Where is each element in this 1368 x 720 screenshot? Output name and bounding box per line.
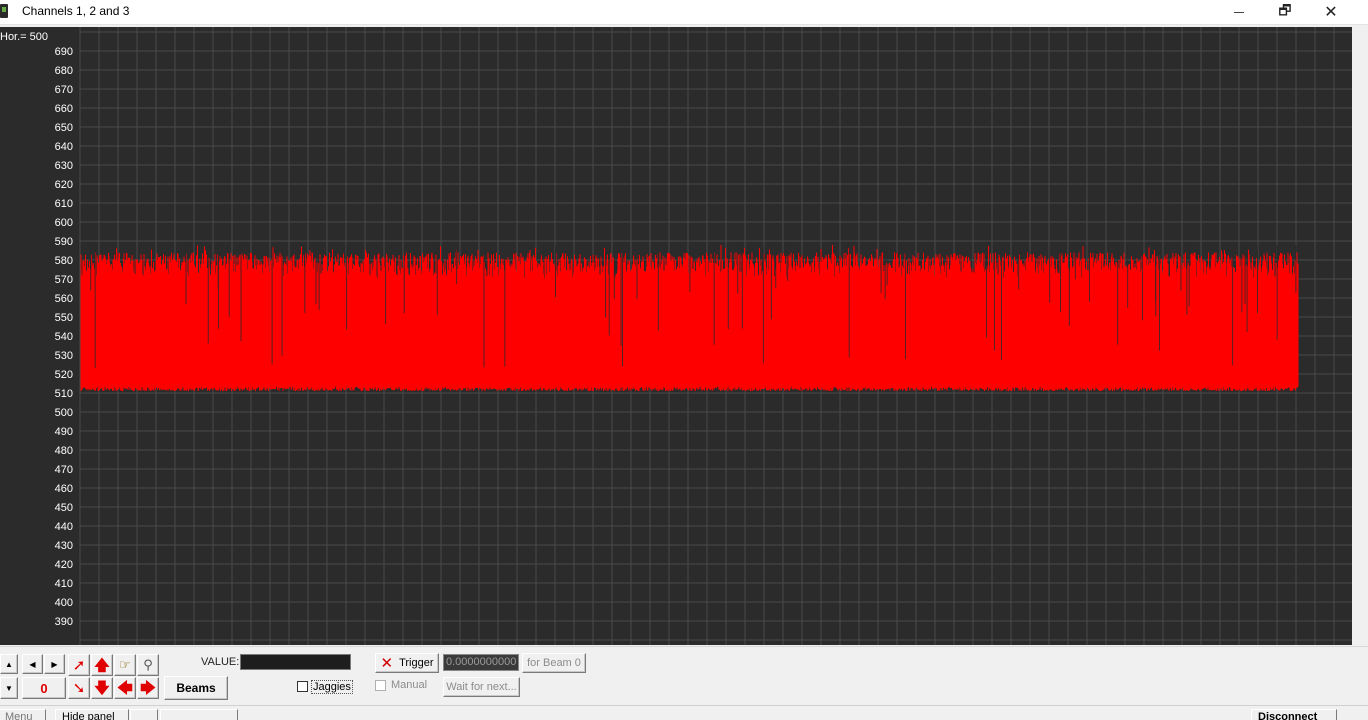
title-bar: Channels 1, 2 and 3 🗗 ✕ (0, 0, 1368, 25)
trigger-label: Trigger (399, 657, 434, 669)
signal-trace-path (80, 244, 1299, 392)
y-tick-label: 620 (55, 179, 73, 191)
control-panel: ▲ ◀ ▶ ➚ 🡅 ☞ ⚲ ▼ 0 ➘ 🡇 🡄 🡆 Beams VALUE: J… (0, 646, 1368, 705)
app-icon (0, 4, 8, 18)
minimize-icon (1234, 11, 1244, 13)
close-button[interactable]: ✕ (1308, 0, 1354, 24)
y-tick-label: 430 (55, 540, 73, 552)
pointer-hand-button[interactable]: ☞ (114, 654, 136, 676)
hide-panel-button[interactable]: Hide panel (55, 709, 129, 720)
wait-for-next-button[interactable]: Wait for next... (443, 677, 520, 697)
y-tick-label: 590 (55, 236, 73, 248)
move-left-button[interactable]: 🡄 (114, 677, 136, 699)
trigger-button[interactable]: ✕ Trigger (375, 653, 439, 673)
hand-pointer-icon: ☞ (119, 657, 131, 672)
move-up-button[interactable]: 🡅 (91, 654, 113, 676)
y-tick-label: 450 (55, 502, 73, 514)
y-tick-label: 470 (55, 464, 73, 476)
signal-trace (80, 244, 1299, 392)
oscilloscope-plot[interactable]: 690 680 670 660 650 640 630 620 610 600 590 580 570 5… (0, 27, 1352, 645)
jaggies-checkbox[interactable] (297, 681, 308, 692)
x-icon: ✕ (380, 655, 394, 672)
trigger-time-field[interactable]: 0.0000000000 (443, 654, 519, 671)
y-tick-label: 640 (55, 141, 73, 153)
menu-button[interactable]: Menu (0, 709, 46, 720)
y-tick-label: 630 (55, 160, 73, 172)
counter-value: 0 (40, 680, 48, 696)
y-tick-label: 570 (55, 274, 73, 286)
arrow-left-icon: 🡄 (117, 679, 133, 697)
y-tick-label: 530 (55, 350, 73, 362)
disconnect-button[interactable]: Disconnect (1251, 709, 1337, 720)
counter-display[interactable]: 0 (22, 677, 66, 699)
triangle-right-icon: ▶ (51, 659, 58, 669)
y-tick-label: 400 (55, 597, 73, 609)
move-down-button[interactable]: 🡇 (91, 677, 113, 699)
maximize-button[interactable]: 🗗 (1262, 0, 1308, 24)
step-right-button[interactable]: ▶ (44, 654, 65, 674)
y-tick-label: 680 (55, 65, 73, 77)
y-tick-label: 440 (55, 521, 73, 533)
y-tick-label: 690 (55, 46, 73, 58)
blank-button-1[interactable] (130, 709, 158, 720)
y-tick-label: 610 (55, 198, 73, 210)
zoom-button[interactable]: ⚲ (137, 654, 159, 676)
arrow-up-icon: 🡅 (94, 656, 110, 674)
y-tick-label: 480 (55, 445, 73, 457)
y-axis-ticks: 690 680 670 660 650 640 630 620 610 600 590 580 570 5… (55, 46, 73, 628)
y-tick-label: 580 (55, 255, 73, 267)
restore-icon: 🗗 (1278, 2, 1292, 18)
horizontal-scale-label: Hor.= 500 (0, 31, 49, 43)
arrow-right-icon: 🡆 (140, 679, 156, 697)
close-icon: ✕ (1324, 4, 1338, 21)
y-tick-label: 660 (55, 103, 73, 115)
y-tick-label: 600 (55, 217, 73, 229)
arrow-down-left-icon: ➘ (72, 679, 86, 697)
y-tick-label: 420 (55, 559, 73, 571)
triangle-left-icon: ◀ (29, 659, 36, 669)
y-tick-label: 560 (55, 293, 73, 305)
shrink-diagonal-button[interactable]: ➘ (68, 677, 90, 699)
value-field[interactable] (240, 654, 351, 670)
manual-checkbox[interactable] (375, 680, 386, 691)
beams-button[interactable]: Beams (164, 676, 228, 700)
arrow-up-right-icon: ➚ (72, 656, 86, 674)
y-tick-label: 540 (55, 331, 73, 343)
jaggies-label: Jaggies (311, 680, 353, 694)
scroll-down-button[interactable]: ▼ (0, 677, 18, 699)
value-label: VALUE: (201, 656, 240, 668)
minimize-button[interactable] (1216, 0, 1262, 24)
y-tick-label: 670 (55, 84, 73, 96)
y-tick-label: 520 (55, 369, 73, 381)
step-left-button[interactable]: ◀ (22, 654, 43, 674)
triangle-up-icon: ▲ (5, 659, 13, 669)
arrow-down-icon: 🡇 (94, 679, 110, 697)
y-tick-label: 500 (55, 407, 73, 419)
right-edge (1352, 27, 1368, 645)
y-tick-label: 650 (55, 122, 73, 134)
triangle-down-icon: ▼ (5, 683, 13, 693)
y-tick-label: 490 (55, 426, 73, 438)
magnifier-icon: ⚲ (143, 657, 153, 672)
scroll-up-button[interactable]: ▲ (0, 654, 18, 674)
y-tick-label: 410 (55, 578, 73, 590)
y-tick-label: 550 (55, 312, 73, 324)
manual-label: Manual (391, 679, 428, 691)
y-tick-label: 390 (55, 616, 73, 628)
y-tick-label: 510 (55, 388, 73, 400)
bottom-toolbar: Menu Hide panel Disconnect (0, 705, 1368, 720)
plot-canvas: 690 680 670 660 650 640 630 620 610 600 590 580 570 5… (55, 27, 1352, 645)
move-right-button[interactable]: 🡆 (137, 677, 159, 699)
window-title: Channels 1, 2 and 3 (22, 4, 130, 18)
y-tick-label: 460 (55, 483, 73, 495)
for-beam-button[interactable]: for Beam 0 (522, 653, 586, 673)
blank-button-2[interactable] (160, 709, 238, 720)
expand-diagonal-button[interactable]: ➚ (68, 654, 90, 676)
